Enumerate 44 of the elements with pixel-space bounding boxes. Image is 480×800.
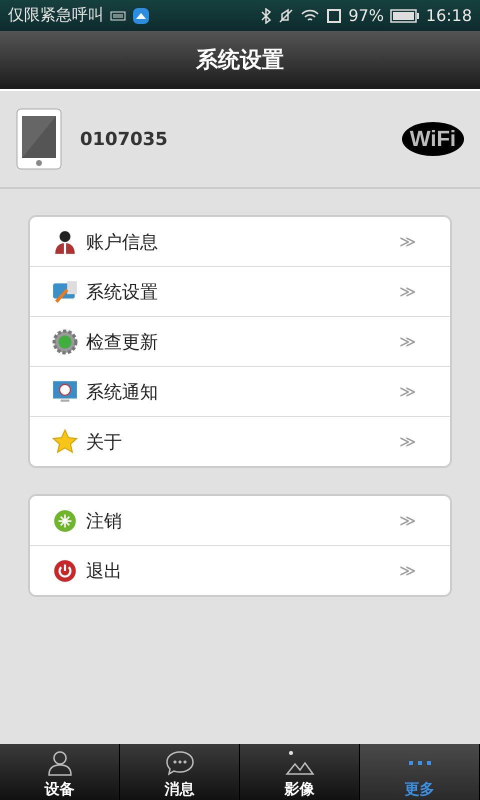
mountain-icon xyxy=(284,750,314,776)
battery-percent: 97% xyxy=(348,6,384,25)
tab[interactable]: 更多 xyxy=(360,744,480,800)
tab[interactable]: 消息 xyxy=(120,744,240,800)
menu-item[interactable]: 系统设置 ≫ xyxy=(30,266,450,316)
page-title: 系统设置 xyxy=(196,47,284,75)
chevron-text: ≫ xyxy=(399,282,416,301)
battery-icon xyxy=(390,8,420,22)
menu-item[interactable]: 退出 ≫ xyxy=(30,545,450,595)
menu-item[interactable]: 关于 ≫ xyxy=(30,416,450,466)
menu-label: 注销 xyxy=(86,510,122,532)
menu-label: 系统设置 xyxy=(86,280,158,304)
chevron-text: ≫ xyxy=(399,432,416,451)
bluetooth-icon xyxy=(260,8,272,24)
chevron-text: ≫ xyxy=(399,332,416,351)
wifi-signal-icon xyxy=(300,8,320,24)
chevron-text: ≫ xyxy=(399,382,416,401)
power-icon xyxy=(52,558,78,584)
chevron-text: ≫ xyxy=(399,511,416,530)
more-icon xyxy=(408,761,430,765)
clock-text: 16:18 xyxy=(426,6,472,25)
menu-label: 退出 xyxy=(86,560,122,582)
menu-label: 账户信息 xyxy=(86,230,158,254)
cloud-app-icon xyxy=(132,6,150,24)
phone-icon xyxy=(16,108,62,170)
chevron-text: ≫ xyxy=(399,232,416,251)
chevron-text: ≫ xyxy=(399,561,416,580)
chat-icon xyxy=(164,750,194,776)
tab[interactable]: 设备 xyxy=(0,744,120,800)
menu-item[interactable]: 注销 ≫ xyxy=(30,496,450,545)
menu-label: 检查更新 xyxy=(86,330,158,354)
menu-item[interactable]: 检查更新 ≫ xyxy=(30,316,450,366)
menu-item[interactable]: 系统通知 ≫ xyxy=(30,366,450,416)
monitor-icon xyxy=(52,378,78,404)
menu-label: 关于 xyxy=(86,430,122,454)
menu-label: 系统通知 xyxy=(86,380,158,404)
device-id: 0107035 xyxy=(80,128,168,150)
wifi-logo: WiFi xyxy=(402,122,464,156)
gear-icon xyxy=(52,328,78,354)
menu-item[interactable]: 账户信息 ≫ xyxy=(30,217,450,266)
mute-icon xyxy=(278,8,294,24)
carrier-text: 仅限紧急呼叫 xyxy=(8,5,104,26)
star-icon xyxy=(52,428,78,454)
keyboard-icon xyxy=(110,10,126,22)
